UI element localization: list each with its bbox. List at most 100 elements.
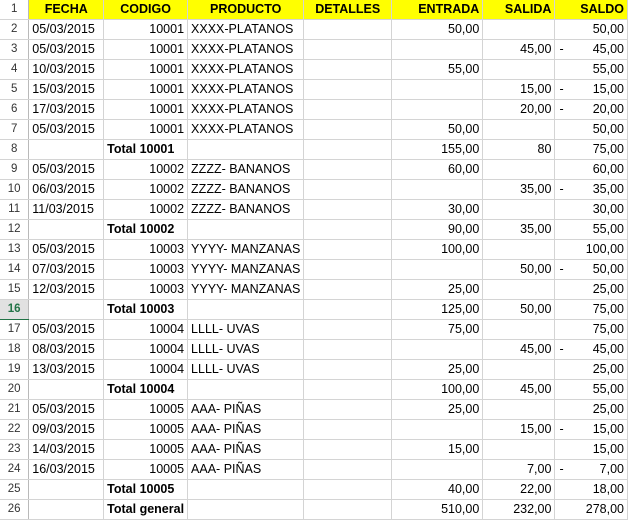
cell-saldo[interactable]: 25,00 bbox=[554, 399, 628, 420]
row-number[interactable]: 18 bbox=[0, 339, 30, 360]
cell-detalles[interactable] bbox=[303, 319, 393, 340]
cell-codigo[interactable]: 10001 bbox=[103, 119, 189, 140]
cell-fecha[interactable] bbox=[28, 219, 105, 240]
cell-salida[interactable] bbox=[482, 59, 556, 80]
cell-fecha[interactable]: 13/03/2015 bbox=[28, 359, 105, 380]
cell-entrada[interactable]: 60,00 bbox=[391, 159, 484, 180]
row-number[interactable]: 22 bbox=[0, 419, 30, 440]
cell-salida[interactable] bbox=[482, 159, 556, 180]
cell-saldo[interactable]: 75,00 bbox=[554, 299, 628, 320]
cell-fecha[interactable]: 05/03/2015 bbox=[28, 399, 105, 420]
cell-salida[interactable] bbox=[482, 399, 556, 420]
cell-fecha[interactable]: 05/03/2015 bbox=[28, 159, 105, 180]
cell-producto[interactable] bbox=[187, 479, 305, 500]
header-entrada[interactable]: ENTRADA bbox=[391, 0, 484, 20]
cell-saldo[interactable]: 18,00 bbox=[554, 479, 628, 500]
row-number[interactable]: 23 bbox=[0, 439, 30, 460]
cell-entrada[interactable] bbox=[391, 459, 484, 480]
cell-salida[interactable]: 15,00 bbox=[482, 419, 556, 440]
cell-salida[interactable]: 35,00 bbox=[482, 219, 556, 240]
cell-saldo[interactable]: 55,00 bbox=[554, 219, 628, 240]
cell-salida[interactable]: 50,00 bbox=[482, 259, 556, 280]
cell-codigo[interactable]: 10003 bbox=[103, 259, 189, 280]
cell-fecha[interactable] bbox=[28, 139, 105, 160]
cell-salida[interactable]: 45,00 bbox=[482, 339, 556, 360]
cell-saldo[interactable]: - 15,00 bbox=[554, 79, 628, 100]
cell-entrada[interactable]: 90,00 bbox=[391, 219, 484, 240]
cell-detalles[interactable] bbox=[303, 99, 393, 120]
row-number[interactable]: 8 bbox=[0, 139, 30, 160]
cell-saldo[interactable]: 50,00 bbox=[554, 119, 628, 140]
cell-fecha[interactable]: 14/03/2015 bbox=[28, 439, 105, 460]
cell-saldo[interactable]: 100,00 bbox=[554, 239, 628, 260]
cell-producto[interactable]: AAA- PIÑAS bbox=[187, 399, 305, 420]
cell-detalles[interactable] bbox=[303, 359, 393, 380]
cell-salida[interactable]: 80 bbox=[482, 139, 556, 160]
row-number[interactable]: 1 bbox=[0, 0, 30, 20]
cell-saldo[interactable]: 25,00 bbox=[554, 359, 628, 380]
cell-detalles[interactable] bbox=[303, 419, 393, 440]
row-number[interactable]: 14 bbox=[0, 259, 30, 280]
cell-saldo[interactable]: - 45,00 bbox=[554, 39, 628, 60]
cell-producto[interactable]: XXXX-PLATANOS bbox=[187, 19, 305, 40]
cell-saldo[interactable]: 55,00 bbox=[554, 379, 628, 400]
cell-entrada[interactable]: 25,00 bbox=[391, 399, 484, 420]
cell-entrada[interactable]: 50,00 bbox=[391, 119, 484, 140]
cell-total-label[interactable]: Total 10005 bbox=[103, 479, 189, 500]
cell-producto[interactable]: YYYY- MANZANAS bbox=[187, 279, 305, 300]
cell-fecha[interactable]: 05/03/2015 bbox=[28, 39, 105, 60]
cell-salida[interactable]: 7,00 bbox=[482, 459, 556, 480]
cell-codigo[interactable]: 10002 bbox=[103, 199, 189, 220]
cell-detalles[interactable] bbox=[303, 339, 393, 360]
cell-salida[interactable]: 35,00 bbox=[482, 179, 556, 200]
cell-detalles[interactable] bbox=[303, 259, 393, 280]
cell-fecha[interactable]: 05/03/2015 bbox=[28, 239, 105, 260]
cell-fecha[interactable]: 10/03/2015 bbox=[28, 59, 105, 80]
cell-fecha[interactable]: 17/03/2015 bbox=[28, 99, 105, 120]
cell-detalles[interactable] bbox=[303, 119, 393, 140]
cell-detalles[interactable] bbox=[303, 479, 393, 500]
cell-fecha[interactable] bbox=[28, 479, 105, 500]
cell-detalles[interactable] bbox=[303, 219, 393, 240]
cell-codigo[interactable]: 10001 bbox=[103, 59, 189, 80]
cell-entrada[interactable]: 155,00 bbox=[391, 139, 484, 160]
cell-salida[interactable]: 45,00 bbox=[482, 379, 556, 400]
row-number[interactable]: 10 bbox=[0, 179, 30, 200]
cell-entrada[interactable] bbox=[391, 179, 484, 200]
cell-producto[interactable]: YYYY- MANZANAS bbox=[187, 259, 305, 280]
cell-entrada[interactable]: 50,00 bbox=[391, 19, 484, 40]
cell-salida[interactable] bbox=[482, 239, 556, 260]
cell-entrada[interactable] bbox=[391, 419, 484, 440]
cell-saldo[interactable]: 278,00 bbox=[554, 499, 628, 520]
cell-fecha[interactable]: 15/03/2015 bbox=[28, 79, 105, 100]
cell-codigo[interactable]: 10005 bbox=[103, 439, 189, 460]
cell-producto[interactable]: AAA- PIÑAS bbox=[187, 439, 305, 460]
cell-salida[interactable]: 15,00 bbox=[482, 79, 556, 100]
cell-salida[interactable] bbox=[482, 279, 556, 300]
cell-fecha[interactable]: 05/03/2015 bbox=[28, 119, 105, 140]
row-number[interactable]: 15 bbox=[0, 279, 30, 300]
cell-detalles[interactable] bbox=[303, 379, 393, 400]
row-number[interactable]: 19 bbox=[0, 359, 30, 380]
cell-codigo[interactable]: 10004 bbox=[103, 359, 189, 380]
cell-entrada[interactable]: 25,00 bbox=[391, 279, 484, 300]
cell-codigo[interactable]: 10001 bbox=[103, 19, 189, 40]
row-number[interactable]: 24 bbox=[0, 459, 30, 480]
cell-salida[interactable]: 22,00 bbox=[482, 479, 556, 500]
row-number[interactable]: 5 bbox=[0, 79, 30, 100]
cell-producto[interactable]: XXXX-PLATANOS bbox=[187, 119, 305, 140]
cell-producto[interactable]: YYYY- MANZANAS bbox=[187, 239, 305, 260]
header-saldo[interactable]: SALDO bbox=[554, 0, 628, 20]
cell-producto[interactable]: XXXX-PLATANOS bbox=[187, 99, 305, 120]
row-number[interactable]: 17 bbox=[0, 319, 30, 340]
cell-entrada[interactable] bbox=[391, 79, 484, 100]
cell-detalles[interactable] bbox=[303, 499, 393, 520]
cell-fecha[interactable]: 05/03/2015 bbox=[28, 19, 105, 40]
cell-producto[interactable]: LLLL- UVAS bbox=[187, 339, 305, 360]
cell-entrada[interactable]: 125,00 bbox=[391, 299, 484, 320]
cell-saldo[interactable]: 30,00 bbox=[554, 199, 628, 220]
cell-salida[interactable]: 20,00 bbox=[482, 99, 556, 120]
cell-producto[interactable]: ZZZZ- BANANOS bbox=[187, 199, 305, 220]
header-detalles[interactable]: DETALLES bbox=[303, 0, 393, 20]
cell-codigo[interactable]: 10004 bbox=[103, 339, 189, 360]
